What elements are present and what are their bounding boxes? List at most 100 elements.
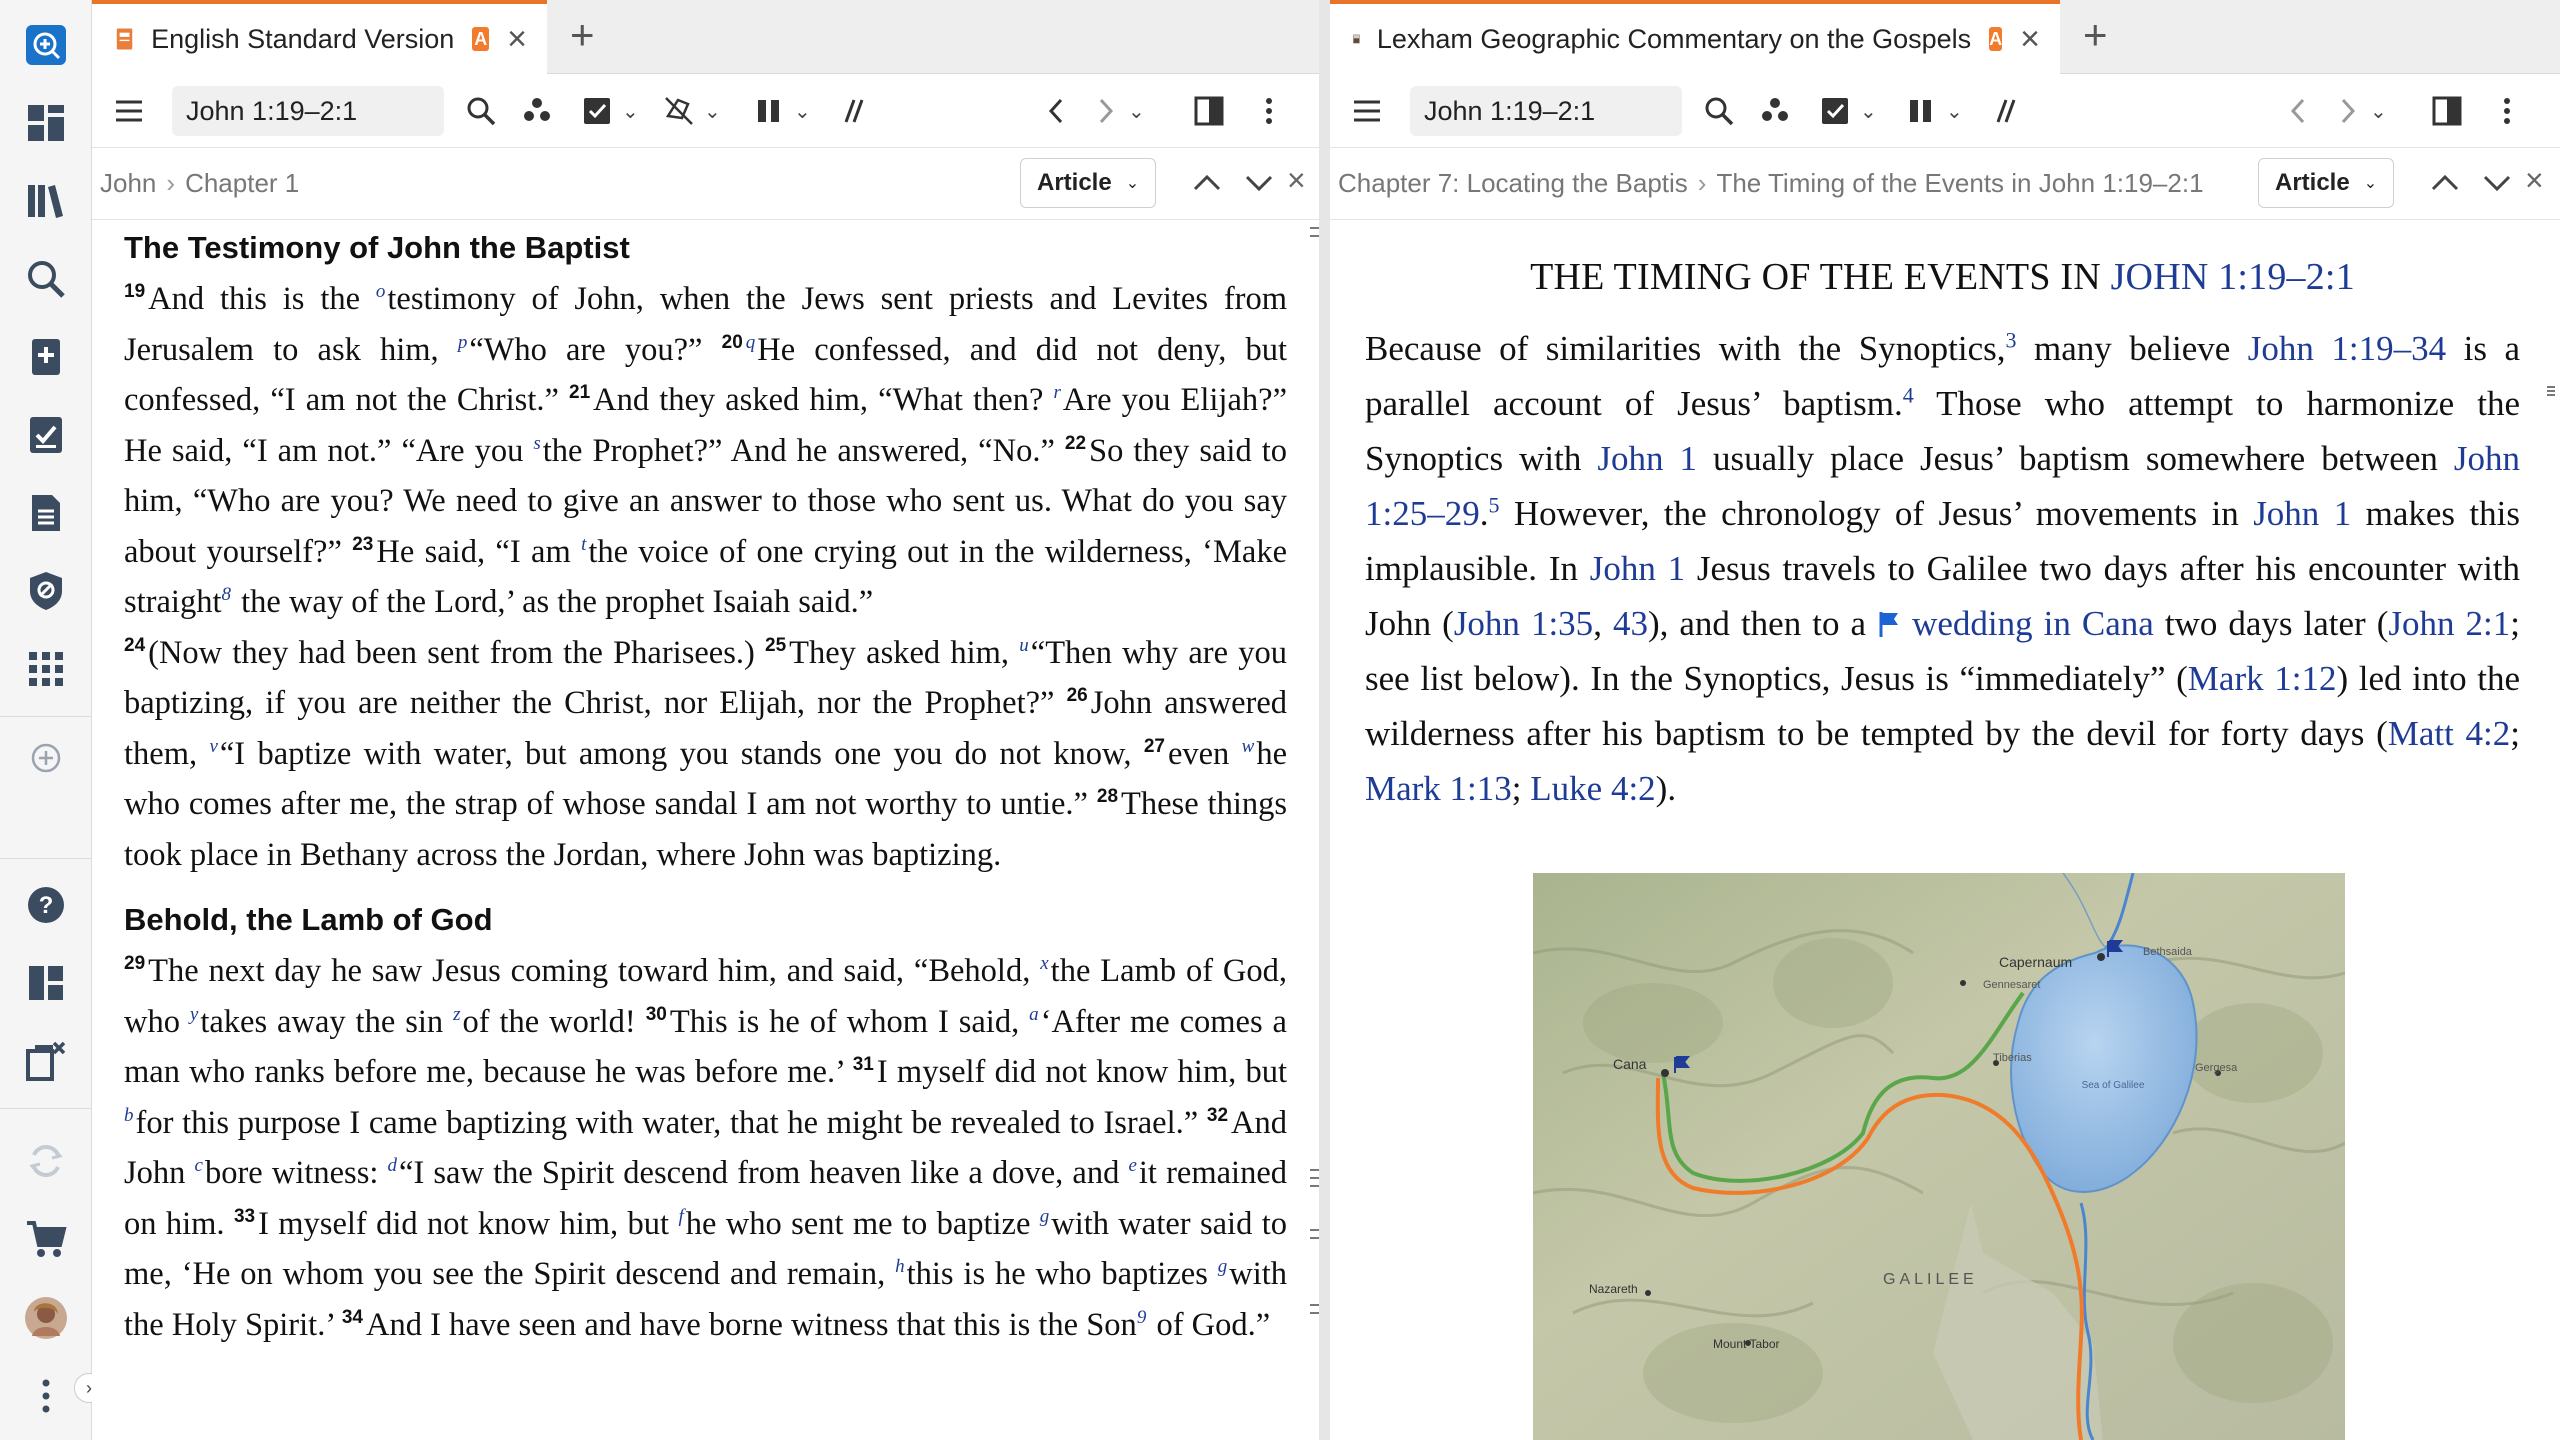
chevron-down-icon[interactable]: ⌄ bbox=[704, 99, 721, 124]
panel-menu-icon[interactable] bbox=[1192, 92, 1226, 130]
breadcrumb-item[interactable]: Chapter 7: Locating the Baptis bbox=[1338, 168, 1688, 198]
view-select[interactable]: Article ⌄ bbox=[2258, 158, 2395, 208]
close-icon[interactable]: × bbox=[1287, 162, 1306, 199]
close-layout-icon[interactable] bbox=[18, 1033, 74, 1089]
checklist-icon[interactable]: ⌄ bbox=[1818, 92, 1877, 130]
book-icon bbox=[116, 28, 133, 50]
commentary-panel: Lexham Geographic Commentary on the Gosp… bbox=[1330, 0, 2560, 1440]
book-cover-icon bbox=[1353, 34, 1360, 44]
map-label-nazareth: Nazareth bbox=[1589, 1282, 1638, 1296]
passage: 19And this is the otestimony of John, wh… bbox=[124, 281, 1288, 873]
tab-commentary[interactable]: Lexham Geographic Commentary on the Gosp… bbox=[1330, 0, 2060, 74]
chevron-down-icon: ⌄ bbox=[2363, 175, 2378, 192]
map-label-tabor: Mount Tabor bbox=[1713, 1337, 1780, 1351]
chevron-down-icon: ⌄ bbox=[1125, 175, 1140, 192]
tab-title: English Standard Version bbox=[151, 23, 455, 54]
more-icon[interactable] bbox=[1252, 92, 1286, 130]
breadcrumb-item[interactable]: John bbox=[100, 168, 156, 198]
chevron-down-icon[interactable]: ⌄ bbox=[622, 99, 639, 124]
article-body: Because of similarities with the Synopti… bbox=[1365, 327, 2521, 808]
parallel-icon[interactable]: ⌄ bbox=[752, 92, 811, 130]
more-icon[interactable] bbox=[2490, 92, 2524, 130]
breadcrumb-item[interactable]: Chapter 1 bbox=[185, 168, 299, 198]
scroll-marks[interactable] bbox=[2547, 385, 2555, 399]
toolbar: ⌄ ⌄ ⌄ ⌄ bbox=[92, 74, 1319, 148]
close-tab-icon[interactable]: × bbox=[2020, 22, 2040, 56]
search-add-icon[interactable] bbox=[18, 17, 74, 73]
next-section-icon[interactable] bbox=[2478, 164, 2516, 202]
previous-section-icon[interactable] bbox=[1188, 164, 1226, 202]
view-select[interactable]: Article ⌄ bbox=[1020, 158, 1157, 208]
reference-input[interactable] bbox=[1410, 86, 1682, 136]
commentary-text: THE TIMING OF THE EVENTS IN JOHN 1:19–2:… bbox=[1365, 255, 2520, 816]
chevron-down-icon[interactable]: ⌄ bbox=[1946, 99, 1963, 124]
add-doc-icon[interactable] bbox=[18, 329, 74, 385]
forward-icon[interactable]: ⌄ bbox=[1088, 92, 1145, 130]
back-icon[interactable] bbox=[1040, 92, 1074, 130]
parallel-icon[interactable]: ⌄ bbox=[1904, 92, 1963, 130]
tab-title: Lexham Geographic Commentary on the Gosp… bbox=[1376, 23, 1972, 54]
document-icon[interactable] bbox=[18, 485, 74, 541]
people-icon[interactable] bbox=[520, 92, 554, 130]
add-tab-icon[interactable]: + bbox=[570, 14, 595, 56]
search-icon[interactable] bbox=[18, 251, 74, 307]
map-image[interactable]: Capernaum Cana GALILEE Nazareth Mount Ta… bbox=[1533, 873, 2345, 1440]
breadcrumb: John › Chapter 1 bbox=[100, 168, 300, 198]
more-icon[interactable] bbox=[18, 1368, 74, 1424]
avatar[interactable] bbox=[18, 1290, 74, 1346]
map-label-bethsaida: Bethsaida bbox=[2143, 946, 2193, 958]
map-label-galilee: GALILEE bbox=[1883, 1271, 1978, 1288]
people-icon[interactable] bbox=[1758, 92, 1792, 130]
reference-input[interactable] bbox=[172, 86, 444, 136]
map-label-tiberias: Tiberias bbox=[1993, 1052, 2032, 1064]
dashboard-icon[interactable] bbox=[18, 95, 74, 151]
chevron-down-icon[interactable]: ⌄ bbox=[794, 99, 811, 124]
apps-icon[interactable] bbox=[18, 641, 74, 697]
tab-badge: A bbox=[1989, 27, 2003, 51]
close-tab-icon[interactable]: × bbox=[507, 22, 527, 56]
chevron-down-icon[interactable]: ⌄ bbox=[1860, 99, 1877, 124]
breadcrumb-item[interactable]: The Timing of the Events in John 1:19–2:… bbox=[1716, 168, 2203, 198]
shield-icon[interactable] bbox=[18, 563, 74, 619]
view-label: Article bbox=[2275, 169, 2350, 196]
interlinear-icon[interactable] bbox=[836, 92, 870, 130]
map-label-gergesa: Gergesa bbox=[2195, 1062, 2238, 1074]
chevron-down-icon[interactable]: ⌄ bbox=[2370, 99, 2387, 124]
title-reference-link[interactable]: JOHN 1:19–2:1 bbox=[2111, 256, 2355, 298]
bible-panel: English Standard Version A × + ⌄ ⌄ ⌄ ⌄ J… bbox=[92, 0, 1320, 1440]
next-section-icon[interactable] bbox=[1240, 164, 1278, 202]
layout-icon[interactable] bbox=[18, 955, 74, 1011]
map-label-gennesaret: Gennesaret bbox=[1983, 979, 2040, 991]
library-icon[interactable] bbox=[18, 173, 74, 229]
checklist-icon[interactable] bbox=[18, 407, 74, 463]
cart-icon[interactable] bbox=[18, 1211, 74, 1267]
back-icon[interactable] bbox=[2282, 92, 2316, 130]
panel-divider[interactable] bbox=[1319, 0, 1330, 1440]
toolbar: ⌄ ⌄ ⌄ bbox=[1330, 74, 2560, 148]
sync-icon[interactable] bbox=[18, 1133, 74, 1189]
map-label-capernaum: Capernaum bbox=[1999, 954, 2072, 970]
panel-menu-icon[interactable] bbox=[2430, 92, 2464, 130]
search-icon[interactable] bbox=[464, 92, 498, 130]
svg-text:?: ? bbox=[39, 892, 54, 919]
previous-section-icon[interactable] bbox=[2426, 164, 2464, 202]
menu-icon[interactable] bbox=[112, 92, 146, 130]
location-bar: John › Chapter 1 Article ⌄ × bbox=[92, 148, 1319, 220]
tab-bar: Lexham Geographic Commentary on the Gosp… bbox=[1330, 0, 2560, 74]
checklist-icon[interactable]: ⌄ bbox=[580, 92, 639, 130]
close-icon[interactable]: × bbox=[2525, 162, 2544, 199]
search-icon[interactable] bbox=[1702, 92, 1736, 130]
menu-icon[interactable] bbox=[1350, 92, 1384, 130]
section-heading: The Testimony of John the Baptist bbox=[124, 230, 630, 265]
flag-icon bbox=[1879, 612, 1899, 637]
chevron-down-icon[interactable]: ⌄ bbox=[1128, 99, 1145, 124]
view-label: Article bbox=[1037, 169, 1112, 196]
add-tab-icon[interactable]: + bbox=[2083, 14, 2108, 56]
location-bar: Chapter 7: Locating the Baptis › The Timin… bbox=[1330, 148, 2560, 220]
forward-icon[interactable]: ⌄ bbox=[2330, 92, 2387, 130]
interlinear-icon[interactable] bbox=[1988, 92, 2022, 130]
highlight-off-icon[interactable]: ⌄ bbox=[662, 92, 721, 130]
tab-esv[interactable]: English Standard Version A × bbox=[92, 0, 547, 74]
help-icon[interactable]: ? bbox=[18, 877, 74, 933]
add-circle-icon[interactable] bbox=[18, 730, 74, 786]
